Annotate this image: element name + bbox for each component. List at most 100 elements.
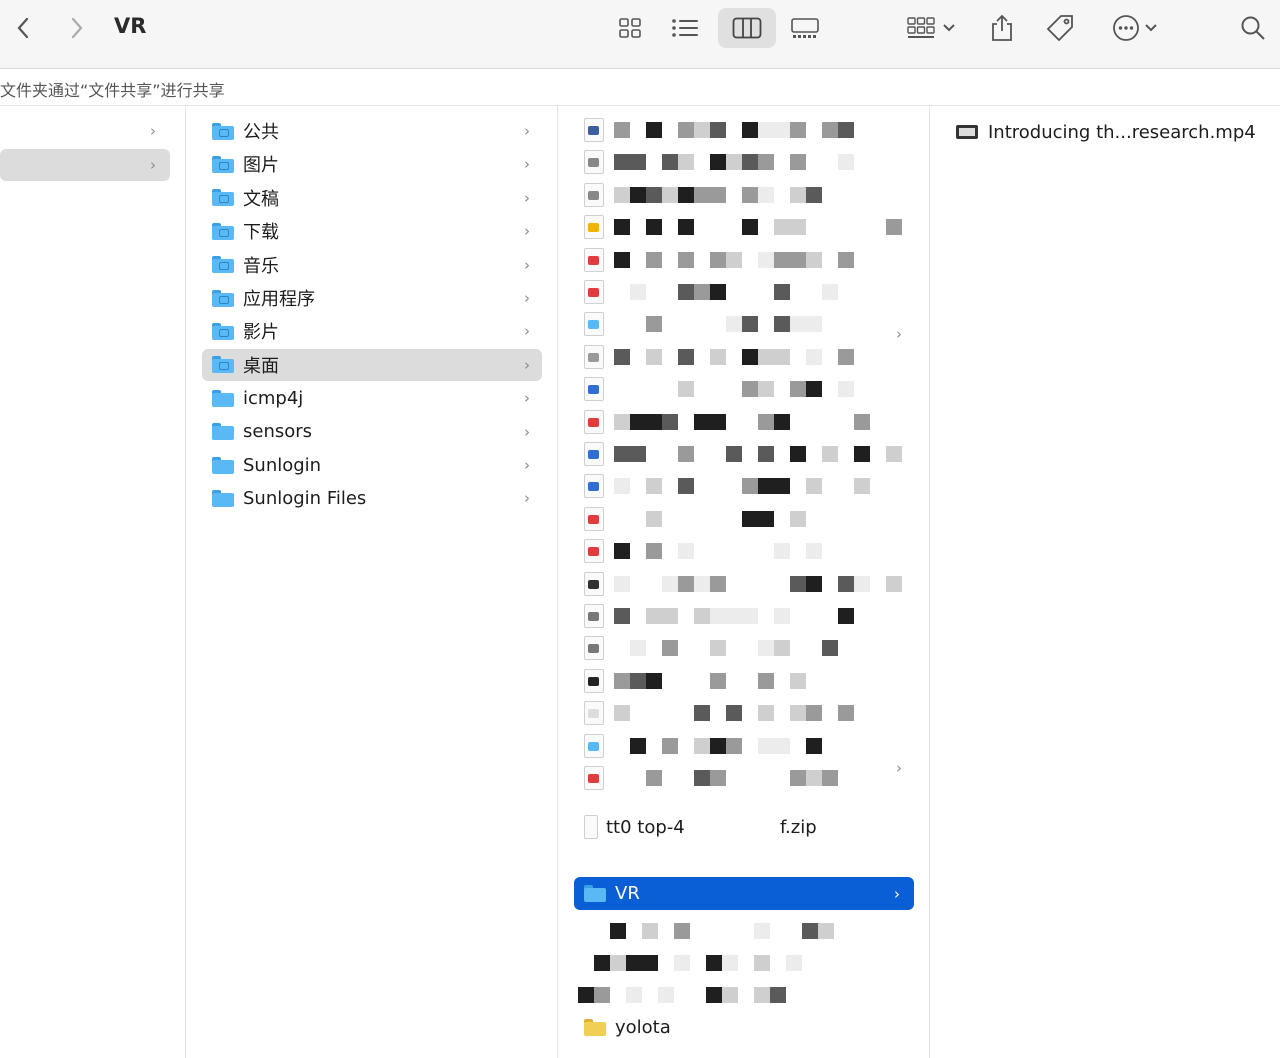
list-item-folder[interactable]: 文稿 › <box>202 182 542 214</box>
obscured-text <box>774 219 790 236</box>
obscured-text <box>614 251 630 268</box>
group-by-button[interactable] <box>900 10 962 46</box>
obscured-text <box>854 413 870 430</box>
action-menu-button[interactable] <box>1106 10 1164 46</box>
search-button[interactable] <box>1234 10 1272 46</box>
list-item-selected-vr[interactable]: VR › <box>574 877 914 910</box>
list-item-folder[interactable]: Sunlogin Files › <box>202 482 542 514</box>
file-name: Introducing th...research.mp4 <box>988 121 1256 143</box>
obscured-text <box>646 672 662 689</box>
file-icon <box>584 636 604 661</box>
file-icon <box>584 474 604 499</box>
file-icon <box>584 766 604 790</box>
column-1[interactable]: › › <box>0 106 186 1058</box>
list-item-folder[interactable]: sensors › <box>202 416 542 448</box>
column-2[interactable]: 公共 › 图片 › 文稿 › 下载 › 音乐 › 应用程序 › 影片 › 桌面 › icmp4j › sensors… <box>186 106 558 1058</box>
obscured-text <box>770 987 786 1003</box>
obscured-text <box>646 251 662 268</box>
folder-name: 图片 <box>243 155 279 177</box>
obscured-text <box>610 955 626 971</box>
column-3[interactable]: tt0 top-4 f.zip VR › yolota › › <box>558 106 930 1058</box>
chevron-right-icon: › <box>896 325 902 343</box>
list-item-folder[interactable]: 图片 › <box>202 148 542 180</box>
folder-icon <box>212 222 234 240</box>
list-item-folder[interactable]: 公共 › <box>202 115 542 147</box>
obscured-text <box>678 284 694 300</box>
list-item-folder[interactable]: Sunlogin › <box>202 449 542 481</box>
file-icon <box>584 506 604 531</box>
list-item-selected[interactable]: › <box>0 149 170 181</box>
column-4[interactable]: Introducing th...research.mp4 <box>930 106 1280 1058</box>
list-item-folder[interactable]: 音乐 › <box>202 249 542 281</box>
list-item-folder[interactable]: 影片 › <box>202 315 542 347</box>
obscured-text <box>790 316 806 333</box>
obscured-text <box>694 705 710 722</box>
obscured-text <box>742 122 758 138</box>
list-item[interactable]: tt0 top-4 <box>584 811 685 843</box>
obscured-text <box>774 478 790 495</box>
obscured-text <box>790 381 806 398</box>
list-item-folder[interactable]: icmp4j › <box>202 382 542 414</box>
obscured-text <box>678 348 694 365</box>
obscured-text <box>774 316 790 333</box>
obscured-text <box>758 672 774 689</box>
obscured-text <box>646 186 662 203</box>
obscured-text <box>806 186 822 203</box>
obscured-text <box>614 186 630 203</box>
obscured-text <box>646 543 662 560</box>
obscured-text <box>754 955 770 971</box>
list-item-folder[interactable]: 桌面 › <box>202 348 542 381</box>
tag-icon <box>1046 15 1073 42</box>
folder-name: VR <box>615 883 640 904</box>
obscured-text <box>710 186 726 203</box>
obscured-text <box>646 413 662 430</box>
folder-icon <box>212 256 234 274</box>
chevron-left-icon <box>17 17 29 39</box>
obscured-text <box>806 348 822 365</box>
folder-name: sensors <box>243 421 313 443</box>
icon-view-icon <box>619 18 641 38</box>
tags-button[interactable] <box>1040 10 1080 46</box>
obscured-text <box>758 737 774 754</box>
obscured-text <box>742 608 758 624</box>
file-icon <box>584 215 604 240</box>
obscured-text <box>710 608 726 624</box>
folder-name: 公共 <box>243 122 279 143</box>
obscured-text <box>822 446 838 462</box>
gallery-view-button[interactable] <box>784 10 826 46</box>
column-view-button[interactable] <box>718 8 776 48</box>
obscured-text <box>678 122 694 138</box>
list-item-mp4[interactable]: Introducing th...research.mp4 <box>956 116 1256 148</box>
list-item[interactable]: › <box>0 115 170 147</box>
obscured-text <box>674 923 690 939</box>
obscured-text <box>802 923 818 939</box>
folder-name: Sunlogin <box>243 454 322 476</box>
obscured-text <box>614 446 630 462</box>
list-item-folder[interactable]: 下载 › <box>202 215 542 247</box>
chevron-right-icon: › <box>524 422 530 441</box>
file-icon <box>584 344 604 369</box>
obscured-text <box>758 154 774 171</box>
list-view-icon <box>672 19 698 37</box>
list-item[interactable]: yolota <box>584 1011 671 1043</box>
chevron-right-icon <box>71 17 83 39</box>
obscured-text <box>742 478 758 495</box>
sharing-info-text: 文件夹通过“文件共享”进行共享 <box>0 81 225 100</box>
obscured-text <box>726 316 742 333</box>
icon-view-button[interactable] <box>610 10 650 46</box>
obscured-text <box>710 122 726 138</box>
list-item-folder[interactable]: 应用程序 › <box>202 282 542 314</box>
share-button[interactable] <box>984 10 1020 46</box>
obscured-text <box>838 154 854 171</box>
obscured-text <box>614 413 630 430</box>
forward-button[interactable] <box>62 10 92 46</box>
obscured-text <box>886 219 902 236</box>
back-button[interactable] <box>8 10 38 46</box>
obscured-text <box>726 737 742 754</box>
obscured-text <box>790 770 806 786</box>
list-view-button[interactable] <box>664 10 706 46</box>
file-icon <box>584 118 604 142</box>
obscured-text <box>758 381 774 398</box>
video-file-icon <box>956 125 978 139</box>
chevron-right-icon: › <box>524 355 530 374</box>
